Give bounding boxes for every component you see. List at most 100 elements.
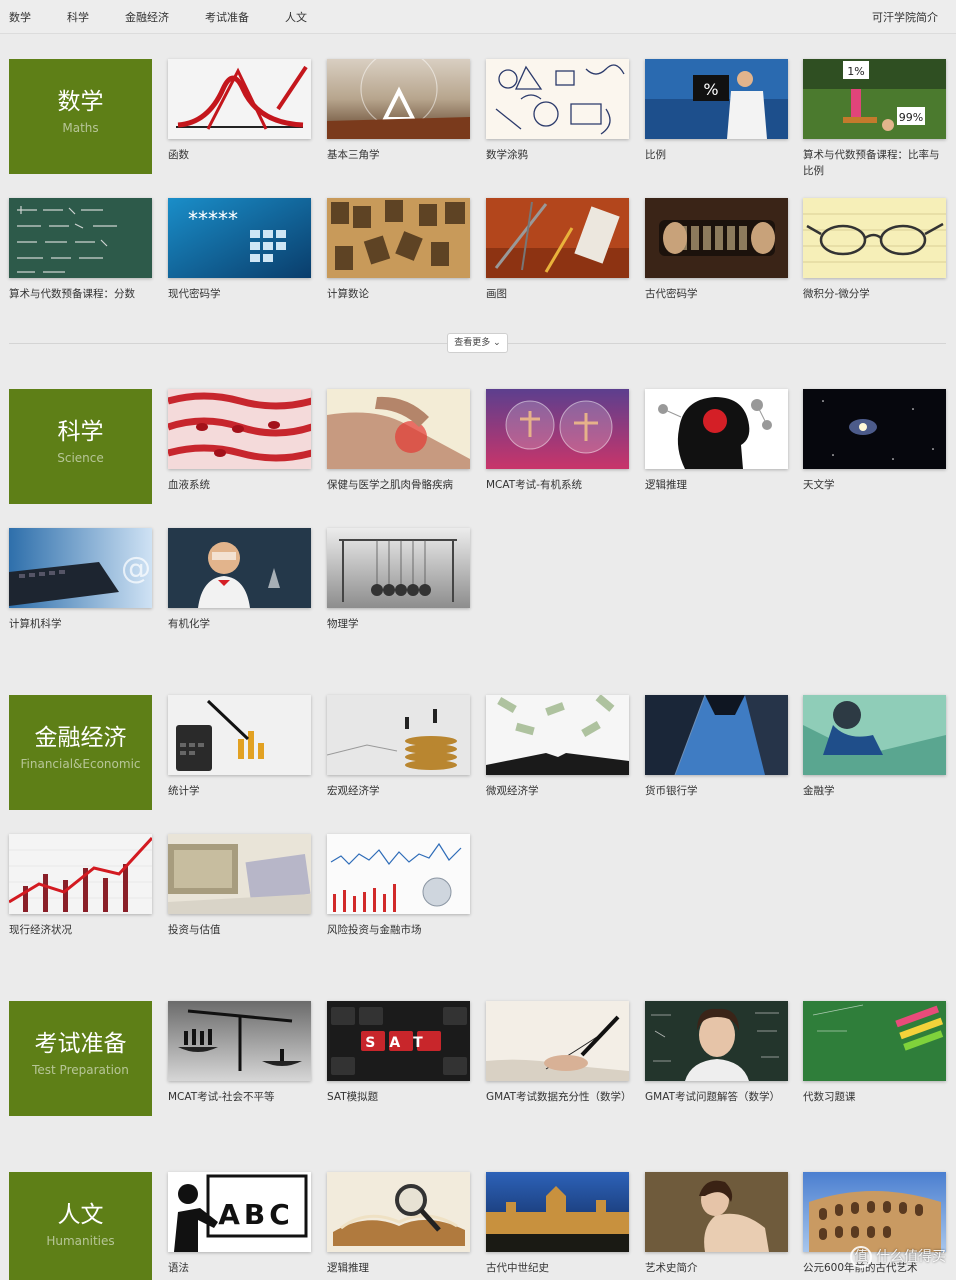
course-card-astronomy[interactable]: 天文学 (803, 389, 946, 493)
course-title: 逻辑推理 (327, 1262, 369, 1274)
course-thumbnail[interactable] (645, 389, 788, 469)
course-thumbnail[interactable] (486, 1001, 629, 1081)
abc-text: ABC (218, 1198, 294, 1231)
course-thumbnail[interactable] (803, 198, 946, 278)
nav-item-test-prep[interactable]: 考试准备 (205, 9, 249, 25)
course-title: 金融学 (803, 785, 835, 797)
course-card-algebra-practice[interactable]: 代数习题课 (803, 1001, 946, 1105)
course-thumbnail[interactable] (327, 389, 470, 469)
pct-top-text: 1% (847, 65, 864, 78)
nav-about-link[interactable]: 可汗学院简介 (872, 9, 938, 25)
course-card-modern-crypto[interactable]: ***** 现代密码学 (168, 198, 311, 302)
nav-item-math[interactable]: 数学 (9, 9, 31, 25)
course-card-grammar[interactable]: ABC 语法 (168, 1172, 311, 1276)
category-title: 数学 (57, 89, 104, 115)
course-thumbnail[interactable] (9, 198, 152, 278)
course-thumbnail[interactable] (486, 1172, 629, 1252)
course-card-ancient-crypto[interactable]: 古代密码学 (645, 198, 788, 302)
course-card-money-banking[interactable]: 货币银行学 (645, 695, 788, 799)
course-card-venture[interactable]: 风险投资与金融市场 (327, 834, 470, 938)
course-card-gmat-problem[interactable]: GMAT考试问题解答（数学） (645, 1001, 788, 1105)
course-thumbnail[interactable] (645, 695, 788, 775)
course-card-functions[interactable]: 函数 (168, 59, 311, 163)
course-thumbnail[interactable] (803, 1172, 946, 1252)
course-thumbnail[interactable] (9, 834, 152, 914)
course-thumbnail[interactable] (645, 198, 788, 278)
nav-item-humanities[interactable]: 人文 (285, 9, 307, 25)
category-tile-science[interactable]: 科学 Science (9, 389, 152, 504)
course-thumbnail[interactable] (327, 198, 470, 278)
course-card-fractions[interactable]: 算术与代数预备课程：分数 (9, 198, 152, 302)
course-thumbnail[interactable]: SAT (327, 1001, 470, 1081)
course-thumbnail[interactable] (327, 695, 470, 775)
course-thumbnail[interactable]: ***** (168, 198, 311, 278)
course-thumbnail[interactable] (803, 1001, 946, 1081)
course-thumbnail[interactable] (168, 1001, 311, 1081)
course-card-mcat-inequality[interactable]: MCAT考试-社会不平等 (168, 1001, 311, 1105)
sat-text: SAT (365, 1035, 436, 1051)
course-thumbnail[interactable] (327, 59, 470, 139)
course-card-calculus[interactable]: 微积分-微分学 (803, 198, 946, 302)
category-tile-finance[interactable]: 金融经济 Financial&Economic (9, 695, 152, 810)
course-card-drawing[interactable]: 画图 (486, 198, 629, 302)
course-thumbnail[interactable] (327, 1172, 470, 1252)
course-card-investment[interactable]: 投资与估值 (168, 834, 311, 938)
fraction-text: % (703, 80, 718, 99)
course-thumbnail[interactable] (327, 528, 470, 608)
category-tile-math[interactable]: 数学 Maths (9, 59, 152, 174)
course-thumbnail[interactable] (486, 389, 629, 469)
course-card-physics[interactable]: 物理学 (327, 528, 470, 632)
course-card-trig[interactable]: 基本三角学 (327, 59, 470, 163)
course-thumbnail[interactable] (645, 1172, 788, 1252)
course-thumbnail[interactable] (168, 59, 311, 139)
course-thumbnail[interactable] (803, 389, 946, 469)
course-card-logic-humanities[interactable]: 逻辑推理 (327, 1172, 470, 1276)
course-card-macro[interactable]: 宏观经济学 (327, 695, 470, 799)
course-card-logic[interactable]: 逻辑推理 (645, 389, 788, 493)
course-card-blood[interactable]: 血液系统 (168, 389, 311, 493)
category-tile-humanities[interactable]: 人文 Humanities (9, 1172, 152, 1280)
course-title: 有机化学 (168, 618, 210, 630)
course-title: 货币银行学 (645, 785, 698, 797)
course-thumbnail[interactable] (168, 528, 311, 608)
course-card-number-theory[interactable]: 计算数论 (327, 198, 470, 302)
course-card-ratio[interactable]: % 比例 (645, 59, 788, 163)
course-thumbnail[interactable] (168, 695, 311, 775)
course-thumbnail[interactable] (168, 834, 311, 914)
course-card-sat[interactable]: SAT SAT模拟题 (327, 1001, 470, 1105)
course-thumbnail[interactable] (803, 695, 946, 775)
view-more-button[interactable]: 查看更多 ⌄ (447, 333, 508, 353)
course-card-musculoskeletal[interactable]: 保健与医学之肌肉骨骼疾病 (327, 389, 470, 493)
course-card-doodling[interactable]: 数学涂鸦 (486, 59, 629, 163)
course-thumbnail[interactable] (168, 389, 311, 469)
category-tile-test-prep[interactable]: 考试准备 Test Preparation (9, 1001, 152, 1116)
category-title: 金融经济 (34, 725, 127, 751)
course-card-current-economics[interactable]: 现行经济状况 (9, 834, 152, 938)
view-more-label: 查看更多 (454, 338, 491, 348)
course-title: 艺术史简介 (645, 1262, 698, 1274)
course-title: 基本三角学 (327, 149, 380, 161)
course-card-art-history[interactable]: 艺术史简介 (645, 1172, 788, 1276)
course-title: 天文学 (803, 479, 835, 491)
course-card-organic-chem[interactable]: 有机化学 (168, 528, 311, 632)
course-card-gmat-data[interactable]: GMAT考试数据充分性（数学） (486, 1001, 631, 1105)
course-card-prealgebra-ratio[interactable]: 1% 99% 算术与代数预备课程：比率与比例 (803, 59, 946, 179)
course-thumbnail[interactable] (327, 834, 470, 914)
course-thumbnail[interactable] (486, 59, 629, 139)
course-card-mcat-organ[interactable]: MCAT考试-有机系统 (486, 389, 629, 493)
nav-item-science[interactable]: 科学 (67, 9, 89, 25)
watermark: 值什么值得买 (850, 1246, 946, 1268)
course-thumbnail[interactable] (486, 695, 629, 775)
course-thumbnail[interactable]: % (645, 59, 788, 139)
course-thumbnail[interactable]: 1% 99% (803, 59, 946, 139)
course-card-medieval-history[interactable]: 古代中世纪史 (486, 1172, 629, 1276)
nav-item-finance[interactable]: 金融经济 (125, 9, 169, 25)
course-card-statistics[interactable]: 统计学 (168, 695, 311, 799)
course-thumbnail[interactable]: @ (9, 528, 152, 608)
course-card-finance[interactable]: 金融学 (803, 695, 946, 799)
course-thumbnail[interactable] (645, 1001, 788, 1081)
course-thumbnail[interactable]: ABC (168, 1172, 311, 1252)
course-card-micro[interactable]: 微观经济学 (486, 695, 629, 799)
course-card-cs[interactable]: @ 计算机科学 (9, 528, 152, 632)
course-thumbnail[interactable] (486, 198, 629, 278)
